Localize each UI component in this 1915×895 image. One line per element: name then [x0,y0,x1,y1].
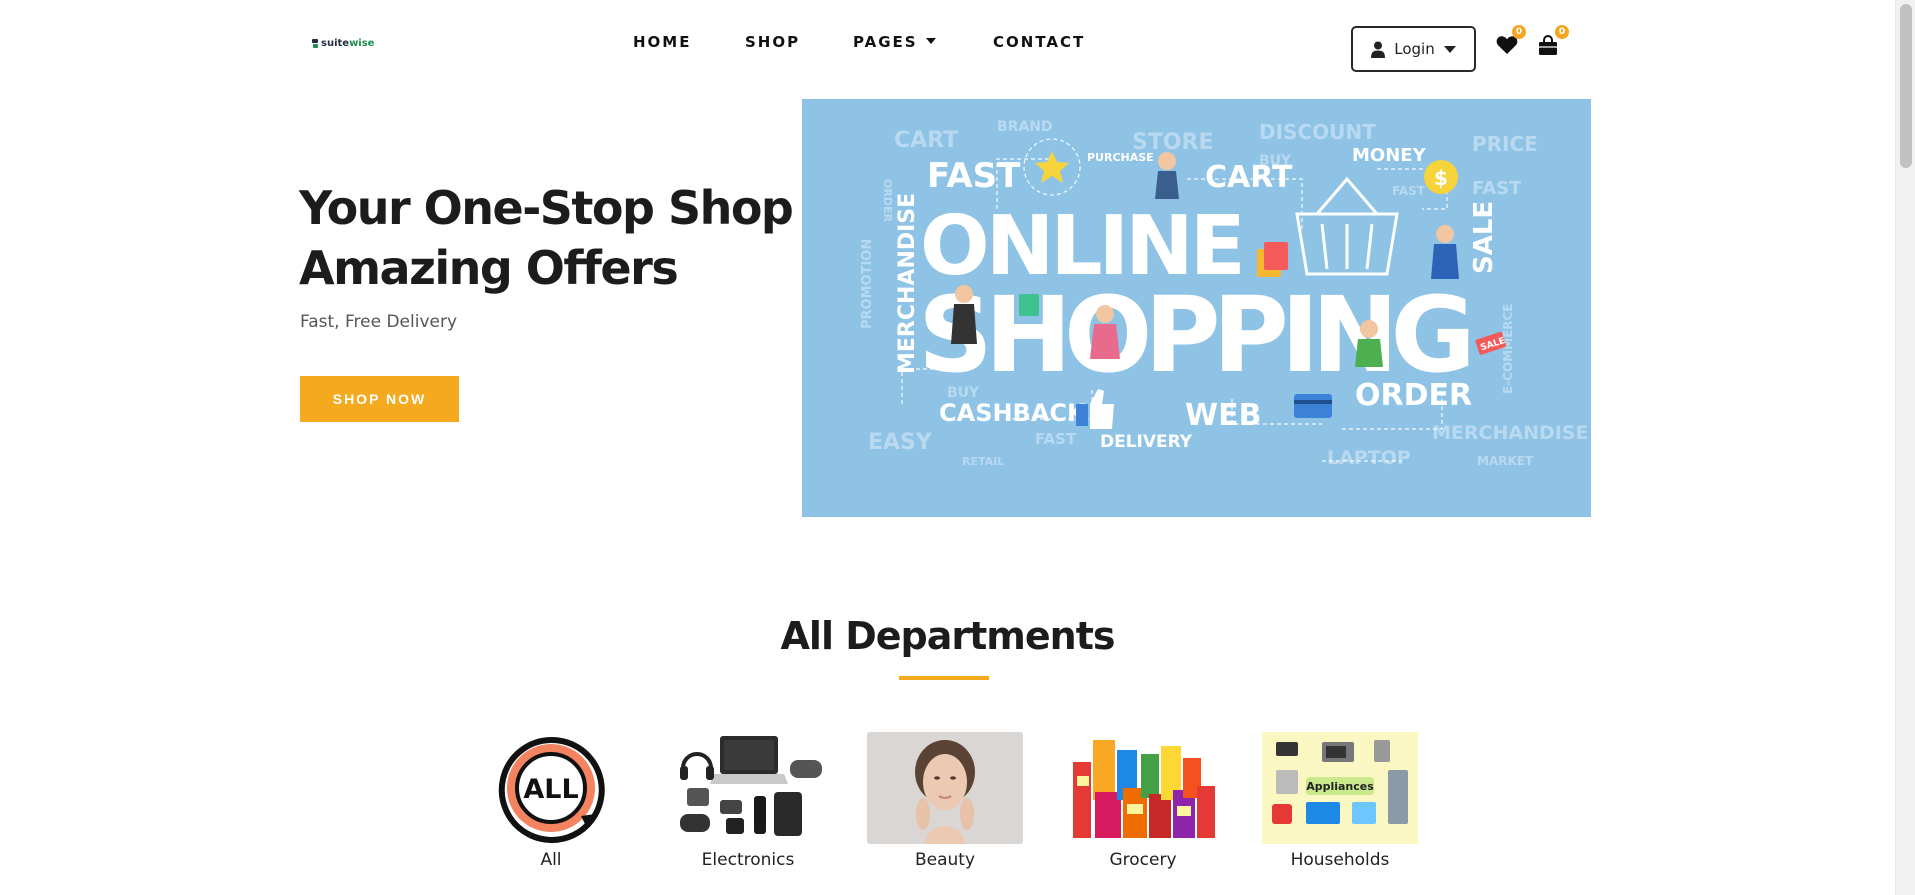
all-badge-text: ALL [523,774,578,805]
banner-word-delivery: DELIVERY [1100,432,1193,452]
department-item-electronics[interactable]: Electronics [670,732,826,870]
banner-word-laptop: LAPTOP [1327,447,1411,469]
banner-word-retail: RETAIL [962,455,1004,468]
all-categories-icon: ALL [498,736,605,843]
departments-title: All Departments [780,614,1116,658]
banner-headline-shopping: SHOPPING [918,274,1469,396]
banner-word-promotion: PROMOTION [860,239,875,329]
hero-title-line2: Amazing Offers [299,241,679,295]
appliances-badge-text: Appliances [1306,780,1374,793]
login-label: Login [1394,40,1435,58]
wishlist-button[interactable]: 0 [1496,25,1526,61]
banner-word-merchandise: MERCHANDISE [895,193,920,374]
department-item-grocery[interactable]: Grocery [1065,732,1221,870]
nav-shop[interactable]: SHOP [745,33,800,51]
scrollbar-thumb[interactable] [1900,4,1912,168]
banner-word-price: PRICE [1472,132,1538,156]
banner-word-cashback: CASHBACK [939,399,1087,427]
nav-home[interactable]: HOME [633,33,691,51]
department-item-households[interactable]: Appliances Households [1262,732,1418,870]
chevron-down-icon [925,38,936,44]
banner-word-purchase: PURCHASE [1087,151,1154,164]
site-logo[interactable]: suitewise [312,38,374,49]
star-icon [1035,151,1069,183]
cart-count-badge: 0 [1555,25,1569,39]
banner-word-cart: CART [894,128,958,153]
department-label-beauty: Beauty [914,850,976,870]
banner-word-sale: SALE [1469,201,1499,274]
banner-word-discount: DISCOUNT [1259,120,1376,144]
shop-now-button[interactable]: SHOP NOW [300,376,459,422]
credit-card-icon [1294,394,1332,418]
department-label-grocery: Grocery [1109,850,1177,870]
banner-word-easy: EASY [868,430,933,455]
banner-word-fast3: FAST [1472,178,1522,199]
page-scrollbar[interactable] [1895,0,1915,895]
hero-banner-image: CART BRAND STORE DISCOUNT PRICE BUY FAST… [802,99,1591,517]
login-dropdown-button[interactable]: Login [1351,26,1476,72]
hero-subtitle: Fast, Free Delivery [300,312,458,332]
department-label-all: All [540,850,562,870]
departments-title-underline [899,676,989,680]
banner-word-web: WEB [1185,398,1261,433]
department-label-electronics: Electronics [701,850,795,870]
svg-text:$: $ [1434,166,1448,190]
banner-word-brand: BRAND [997,119,1053,135]
banner-word-fast4: FAST [1035,430,1077,448]
shopping-bag-icon [1539,35,1557,55]
nav-contact[interactable]: CONTACT [993,33,1085,51]
banner-word-order-small: ORDER [881,179,894,222]
banner-word-fast2: FAST [1392,184,1426,198]
department-item-all[interactable]: ALL All [473,732,629,870]
department-image-households: Appliances [1262,732,1418,844]
site-header: suitewise HOME SHOP PAGES CONTACT Login … [0,0,1895,90]
wishlist-count-badge: 0 [1512,25,1526,39]
user-icon [1371,41,1386,58]
nav-pages[interactable]: PAGES [853,33,936,51]
banner-word-money: MONEY [1352,145,1427,166]
department-image-all: ALL [473,732,629,844]
department-item-beauty[interactable]: Beauty [867,732,1023,870]
hero-title-line1: Your One-Stop Shop [299,181,794,235]
nav-pages-label: PAGES [853,33,918,51]
logo-mark-icon [312,38,318,49]
cart-button[interactable]: 0 [1538,25,1569,61]
chevron-down-icon [1443,45,1456,53]
banner-word-cart2: CART [1205,160,1293,195]
banner-word-market: MARKET [1477,454,1534,468]
department-image-electronics [670,732,826,844]
banner-word-ecommerce: E-COMMERCE [1501,303,1515,394]
hero-title: Your One-Stop Shop Amazing Offers [299,178,794,298]
department-label-households: Households [1290,850,1390,870]
basket-icon [1295,176,1399,276]
green-bag-icon [1019,294,1039,316]
department-image-beauty [867,732,1023,844]
department-image-grocery [1065,732,1221,844]
banner-word-fast: FAST [927,156,1021,196]
banner-word-merchandise2: MERCHANDISE [1432,422,1588,444]
